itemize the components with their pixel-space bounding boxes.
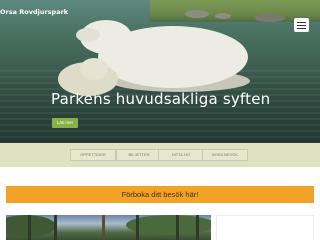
polar-bear-large-snout [76, 28, 100, 42]
shore-rock [255, 14, 285, 22]
tree-trunk [28, 215, 31, 240]
site-logo[interactable]: Orsa Rovdjurspark [0, 8, 68, 16]
tree-canopy [6, 215, 56, 237]
hamburger-menu-icon[interactable] [294, 18, 309, 32]
forest-photo [6, 215, 211, 240]
read-more-button[interactable]: Läs mer [52, 118, 78, 128]
prebook-banner[interactable]: Förboka ditt besök här! [6, 186, 314, 203]
tab-book-visit[interactable]: BOKA BESÖK [202, 149, 248, 161]
tree-trunk [136, 215, 139, 240]
tab-opening-hours[interactable]: ÖPPETTIDER [70, 149, 116, 161]
tree-trunk [102, 215, 105, 240]
tab-tickets[interactable]: BILJETTER [116, 149, 162, 161]
side-card [216, 215, 314, 240]
quick-links-bar: ÖPPETTIDER BILJETTER HITTA HIT BOKA BESÖ… [0, 143, 320, 167]
polar-bear-small-head [80, 58, 108, 80]
hero-section: Orsa Rovdjurspark Parkens huvudsakliga s… [0, 0, 320, 143]
tree-trunk [176, 215, 179, 240]
hero-title: Parkens huvudsakliga syften [51, 90, 271, 108]
shore-rock [215, 13, 231, 19]
tree-trunk [196, 215, 199, 240]
tab-directions[interactable]: HITTA HIT [158, 149, 204, 161]
tree-trunk [54, 215, 57, 240]
shore-rock [185, 10, 209, 18]
